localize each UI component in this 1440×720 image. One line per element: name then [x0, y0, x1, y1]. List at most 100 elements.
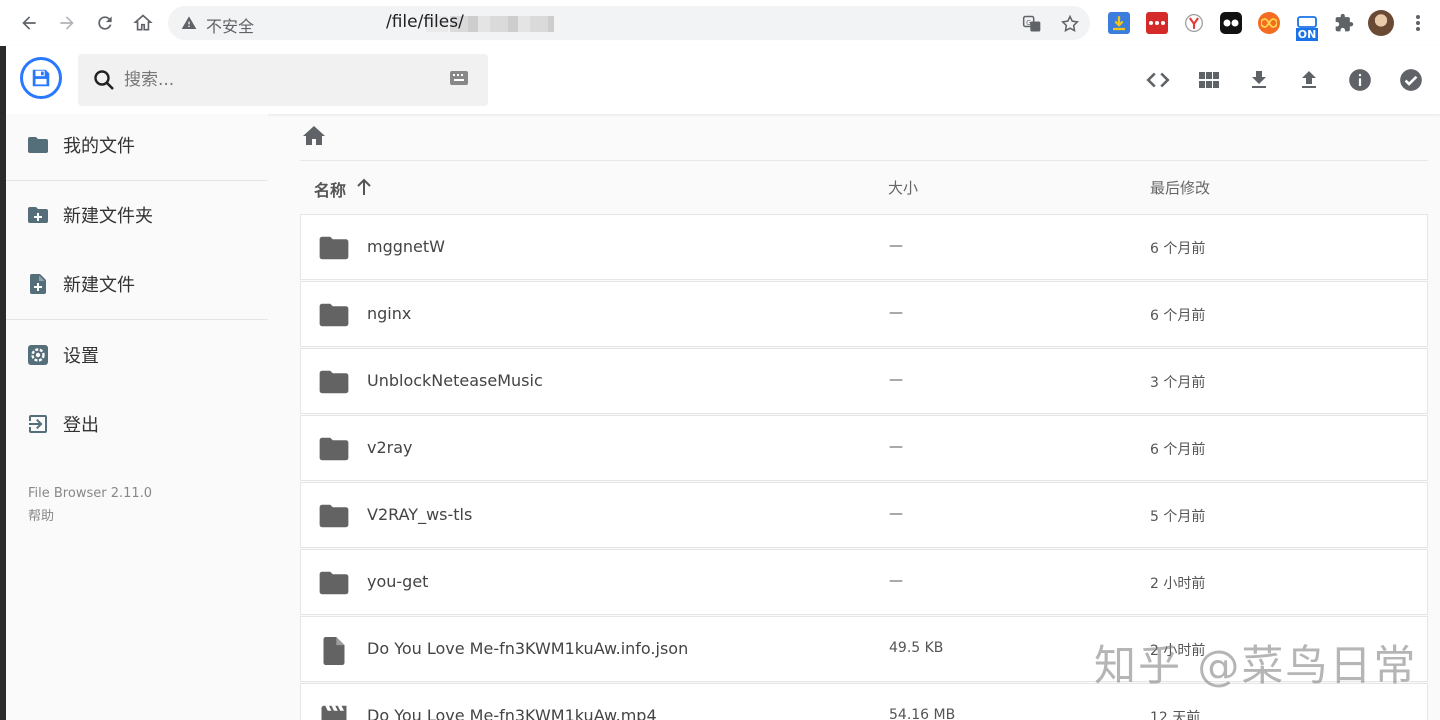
profile-avatar[interactable]: [1368, 10, 1394, 36]
file-modified: 3 个月前: [1150, 375, 1206, 391]
file-size: —: [889, 238, 903, 254]
main-content: 名称 大小 最后修改 mggnetW — 6 个月前 nginx — 6 个月前…: [268, 114, 1440, 720]
home-outline-icon: [133, 14, 153, 31]
file-size: —: [889, 506, 903, 522]
help-link[interactable]: 帮助: [28, 505, 54, 524]
file-icon: [323, 637, 345, 665]
file-modified: 5 个月前: [1150, 509, 1206, 525]
sidebar-divider: [6, 319, 268, 320]
code-view-button[interactable]: [1144, 66, 1172, 94]
app-logo[interactable]: [20, 57, 62, 99]
address-bar[interactable]: 不安全 /file/files/ G: [168, 6, 1090, 40]
tampermonkey-extension-icon[interactable]: [1220, 12, 1242, 34]
table-row[interactable]: V2RAY_ws-tls — 5 个月前: [300, 482, 1428, 548]
folder-icon: [319, 236, 349, 260]
sidebar-item-logout[interactable]: 登出: [6, 393, 268, 455]
infinity-extension-icon[interactable]: [1258, 12, 1280, 34]
security-label: 不安全: [206, 17, 255, 36]
upload-button[interactable]: [1295, 66, 1323, 94]
search-box[interactable]: [78, 54, 488, 106]
folder-icon: [319, 303, 349, 327]
file-modified: 6 个月前: [1150, 241, 1206, 257]
table-row[interactable]: nginx — 6 个月前: [300, 281, 1428, 347]
reload-button[interactable]: [92, 10, 118, 36]
select-multiple-button[interactable]: [1397, 66, 1425, 94]
sidebar-item-new-folder[interactable]: 新建文件夹: [6, 184, 268, 246]
url-path: /file/files/: [386, 12, 464, 32]
file-size: —: [889, 305, 903, 321]
sidebar: 我的文件 新建文件夹 新建文件 设置 登出 File Browser 2.11.…: [6, 114, 268, 720]
home-button[interactable]: [130, 10, 156, 36]
file-modified: 6 个月前: [1150, 308, 1206, 324]
sidebar-item-new-file[interactable]: 新建文件: [6, 253, 268, 315]
table-row[interactable]: mggnetW — 6 个月前: [300, 214, 1428, 280]
warning-icon: [181, 15, 197, 35]
column-header-name[interactable]: 名称: [314, 177, 346, 201]
code-icon: [1146, 72, 1170, 88]
movie-icon: [321, 705, 347, 720]
file-size: 49.5 KB: [889, 640, 944, 656]
forward-button[interactable]: [54, 10, 80, 36]
table-row[interactable]: UnblockNeteaseMusic — 3 个月前: [300, 348, 1428, 414]
translate-icon[interactable]: G: [1022, 14, 1042, 38]
file-name: mggnetW: [367, 237, 445, 256]
search-input[interactable]: [124, 64, 424, 96]
sidebar-item-settings[interactable]: 设置: [6, 324, 268, 386]
sidebar-item-my-files[interactable]: 我的文件: [6, 114, 268, 176]
arrow-left-icon: [22, 16, 36, 30]
breadcrumb[interactable]: [302, 124, 326, 150]
file-size: 54.16 MB: [889, 707, 956, 720]
sort-ascending-icon[interactable]: [356, 178, 372, 200]
sidebar-item-label: 新建文件: [63, 275, 135, 296]
column-header-modified[interactable]: 最后修改: [1150, 177, 1210, 198]
sidebar-item-label: 设置: [63, 346, 99, 367]
create-new-folder-icon: [28, 207, 48, 223]
bookmark-star-icon[interactable]: [1060, 14, 1080, 38]
y-extension-icon[interactable]: [1183, 12, 1205, 34]
sidebar-item-label: 登出: [63, 415, 99, 436]
upload-icon: [1302, 71, 1316, 88]
watermark: 知乎 @菜鸟日常: [1094, 641, 1418, 690]
search-icon: [92, 68, 116, 96]
info-button[interactable]: [1346, 66, 1374, 94]
table-row[interactable]: you-get — 2 小时前: [300, 549, 1428, 615]
file-name: Do You Love Me-fn3KWM1kuAw.mp4: [367, 706, 657, 720]
on-extension-icon[interactable]: ON: [1294, 14, 1320, 42]
note-add-icon: [30, 274, 46, 294]
app-header: [6, 46, 1440, 114]
column-header-size[interactable]: 大小: [888, 177, 918, 198]
keyboard-icon[interactable]: [450, 70, 468, 89]
file-name: you-get: [367, 572, 429, 591]
file-name: UnblockNeteaseMusic: [367, 371, 543, 390]
browser-menu-icon[interactable]: [1407, 12, 1429, 34]
file-size: —: [889, 573, 903, 589]
arrow-right-icon: [60, 16, 74, 30]
download-extension-icon[interactable]: [1108, 12, 1130, 34]
home-icon: [303, 126, 325, 145]
download-button[interactable]: [1245, 66, 1273, 94]
folder-icon: [319, 370, 349, 394]
file-modified: 6 个月前: [1150, 442, 1206, 458]
svg-text:G: G: [1026, 19, 1031, 27]
dots-extension-icon[interactable]: [1146, 12, 1168, 34]
download-icon: [1252, 71, 1266, 88]
folder-icon: [319, 437, 349, 461]
extensions-puzzle-icon[interactable]: [1333, 12, 1355, 34]
info-icon: [1349, 69, 1371, 91]
grid-view-button[interactable]: [1195, 66, 1223, 94]
folder-icon: [28, 137, 48, 153]
folder-icon: [319, 571, 349, 595]
file-name: V2RAY_ws-tls: [367, 505, 473, 524]
back-button[interactable]: [16, 10, 42, 36]
logout-icon: [29, 415, 47, 433]
sidebar-item-label: 新建文件夹: [63, 206, 153, 227]
extension-on-label: ON: [1295, 27, 1319, 41]
table-row[interactable]: v2ray — 6 个月前: [300, 415, 1428, 481]
file-name: v2ray: [367, 438, 413, 457]
file-size: —: [889, 372, 903, 388]
app-version: File Browser 2.11.0: [28, 486, 153, 501]
file-size: —: [889, 439, 903, 455]
settings-icon: [28, 345, 48, 365]
grid-icon: [1199, 72, 1219, 88]
sidebar-item-label: 我的文件: [63, 136, 135, 157]
